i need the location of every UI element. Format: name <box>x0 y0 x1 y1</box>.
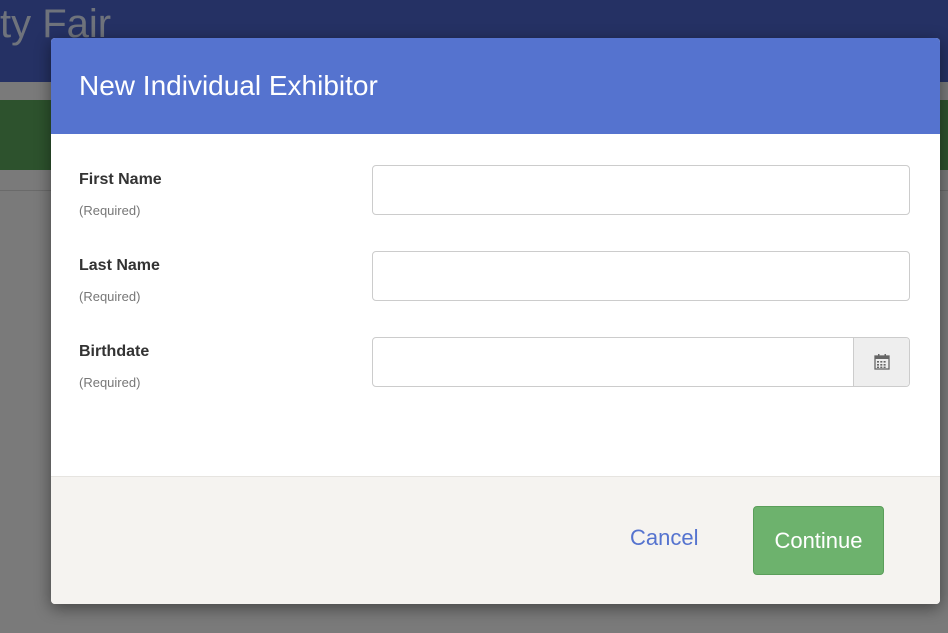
first-name-required-hint: (Required) <box>79 203 141 218</box>
last-name-input[interactable] <box>372 251 910 301</box>
last-name-label: Last Name <box>79 257 160 274</box>
last-name-row: Last Name (Required) <box>51 251 940 311</box>
modal-title: New Individual Exhibitor <box>79 70 378 101</box>
first-name-label: First Name <box>79 171 162 188</box>
first-name-input[interactable] <box>372 165 910 215</box>
birthdate-row: Birthdate (Required) <box>51 337 940 397</box>
calendar-icon <box>873 354 890 370</box>
first-name-row: First Name (Required) <box>51 165 940 225</box>
birthdate-input[interactable] <box>373 338 853 386</box>
modal-footer: Cancel Continue <box>51 476 940 604</box>
cancel-button[interactable]: Cancel <box>630 525 698 551</box>
birthdate-input-group <box>372 337 910 387</box>
modal-header: New Individual Exhibitor <box>51 38 940 134</box>
last-name-required-hint: (Required) <box>79 289 141 304</box>
continue-button[interactable]: Continue <box>753 506 884 575</box>
birthdate-required-hint: (Required) <box>79 375 141 390</box>
calendar-button[interactable] <box>853 338 909 386</box>
new-exhibitor-modal: New Individual Exhibitor First Name (Req… <box>51 38 940 604</box>
birthdate-label: Birthdate <box>79 343 150 360</box>
